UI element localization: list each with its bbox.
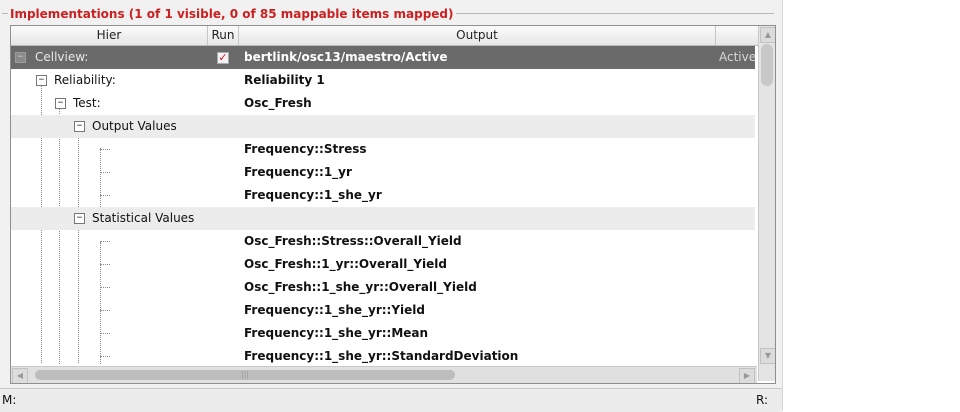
checkmark-icon: ✓	[218, 51, 228, 64]
row-label: Cellview:	[35, 50, 89, 64]
tree-branch	[100, 287, 110, 288]
collapse-icon[interactable]: −	[36, 75, 47, 86]
row-output: Frequency::1_yr	[244, 165, 352, 179]
tree-row-statistical-value[interactable]: Osc_Fresh::1_yr::Overall_Yield	[11, 253, 755, 276]
row-output: Osc_Fresh::1_she_yr::Overall_Yield	[244, 280, 477, 294]
row-output: Osc_Fresh::Stress::Overall_Yield	[244, 234, 462, 248]
row-output: Frequency::1_she_yr::Mean	[244, 326, 429, 340]
tree-row-reliability[interactable]: − Reliability: Reliability 1	[11, 69, 755, 92]
row-output: Frequency::1_she_yr	[244, 188, 382, 202]
implementations-title: Implementations (1 of 1 visible, 0 of 85…	[8, 5, 456, 23]
tree-branch	[100, 310, 110, 311]
tree-row-statistical-value[interactable]: Frequency::1_she_yr::StandardDeviation	[11, 345, 755, 364]
column-header-output[interactable]: Output	[239, 26, 716, 45]
row-output: bertlink/osc13/maestro/Active	[244, 50, 448, 64]
tree-row-output-value[interactable]: Frequency::Stress	[11, 138, 755, 161]
tree-row-statistical-value[interactable]: Frequency::1_she_yr::Yield	[11, 299, 755, 322]
tree-row-cellview[interactable]: − Cellview: ✓ bertlink/osc13/maestro/Act…	[11, 46, 755, 69]
vertical-scroll-thumb[interactable]	[761, 44, 773, 86]
row-output: Frequency::1_she_yr::Yield	[244, 303, 425, 317]
arrow-right-icon[interactable]: ▶	[739, 368, 755, 383]
arrow-up-icon[interactable]: ▲	[760, 27, 775, 43]
row-output: Osc_Fresh::1_yr::Overall_Yield	[244, 257, 447, 271]
tree-row-test[interactable]: − Test: Osc_Fresh	[11, 92, 755, 115]
implementations-panel: Implementations (1 of 1 visible, 0 of 85…	[0, 0, 783, 412]
tree-row-output-value[interactable]: Frequency::1_she_yr	[11, 184, 755, 207]
tree-branch	[100, 264, 110, 265]
collapse-icon[interactable]: −	[74, 121, 85, 132]
row-label: Reliability:	[54, 73, 116, 87]
tree-row-statistical-value[interactable]: Frequency::1_she_yr::Mean	[11, 322, 755, 345]
collapse-icon[interactable]: −	[74, 213, 85, 224]
column-header-extra[interactable]	[716, 26, 755, 45]
status-bar: M: R:	[0, 388, 782, 412]
status-right: R:	[756, 393, 769, 407]
arrow-down-icon[interactable]: ▼	[760, 348, 775, 364]
arrow-left-icon[interactable]: ◀	[12, 368, 28, 383]
tree-row-output-values[interactable]: − Output Values	[11, 115, 755, 138]
tree-branch	[100, 333, 110, 334]
tree-row-statistical-values[interactable]: − Statistical Values	[11, 207, 755, 230]
collapse-icon[interactable]: −	[15, 52, 26, 63]
tree-row-statistical-value[interactable]: Osc_Fresh::1_she_yr::Overall_Yield	[11, 276, 755, 299]
row-state: Active	[719, 50, 755, 64]
implementations-tree[interactable]: Hier Run Output − Cellview: ✓ bertlink/o…	[10, 25, 776, 384]
column-header-hier[interactable]: Hier	[11, 26, 208, 45]
tree-row-statistical-value[interactable]: Osc_Fresh::Stress::Overall_Yield	[11, 230, 755, 253]
vertical-scrollbar[interactable]: ▲ ▼	[758, 26, 775, 381]
row-output: Reliability 1	[244, 73, 325, 87]
horizontal-scrollbar[interactable]: ◀ ||| ▶	[11, 366, 757, 383]
scroll-grip-icon: |||	[241, 370, 250, 379]
collapse-icon[interactable]: −	[55, 98, 66, 109]
row-label: Output Values	[92, 119, 177, 133]
row-output: Osc_Fresh	[244, 96, 312, 110]
tree-row-output-value[interactable]: Frequency::1_yr	[11, 161, 755, 184]
row-output: Frequency::1_she_yr::StandardDeviation	[244, 349, 519, 363]
tree-branch	[100, 195, 110, 196]
tree-rows: − Cellview: ✓ bertlink/osc13/maestro/Act…	[11, 46, 755, 364]
status-left: M:	[2, 393, 17, 407]
tree-branch	[100, 356, 110, 357]
tree-branch	[100, 149, 110, 150]
tree-branch	[100, 172, 110, 173]
tree-header: Hier Run Output	[11, 26, 773, 46]
row-label: Statistical Values	[92, 211, 195, 225]
row-output: Frequency::Stress	[244, 142, 367, 156]
row-label: Test:	[73, 96, 101, 110]
tree-branch	[100, 241, 110, 242]
column-header-run[interactable]: Run	[208, 26, 239, 45]
run-checkbox[interactable]: ✓	[217, 52, 229, 64]
